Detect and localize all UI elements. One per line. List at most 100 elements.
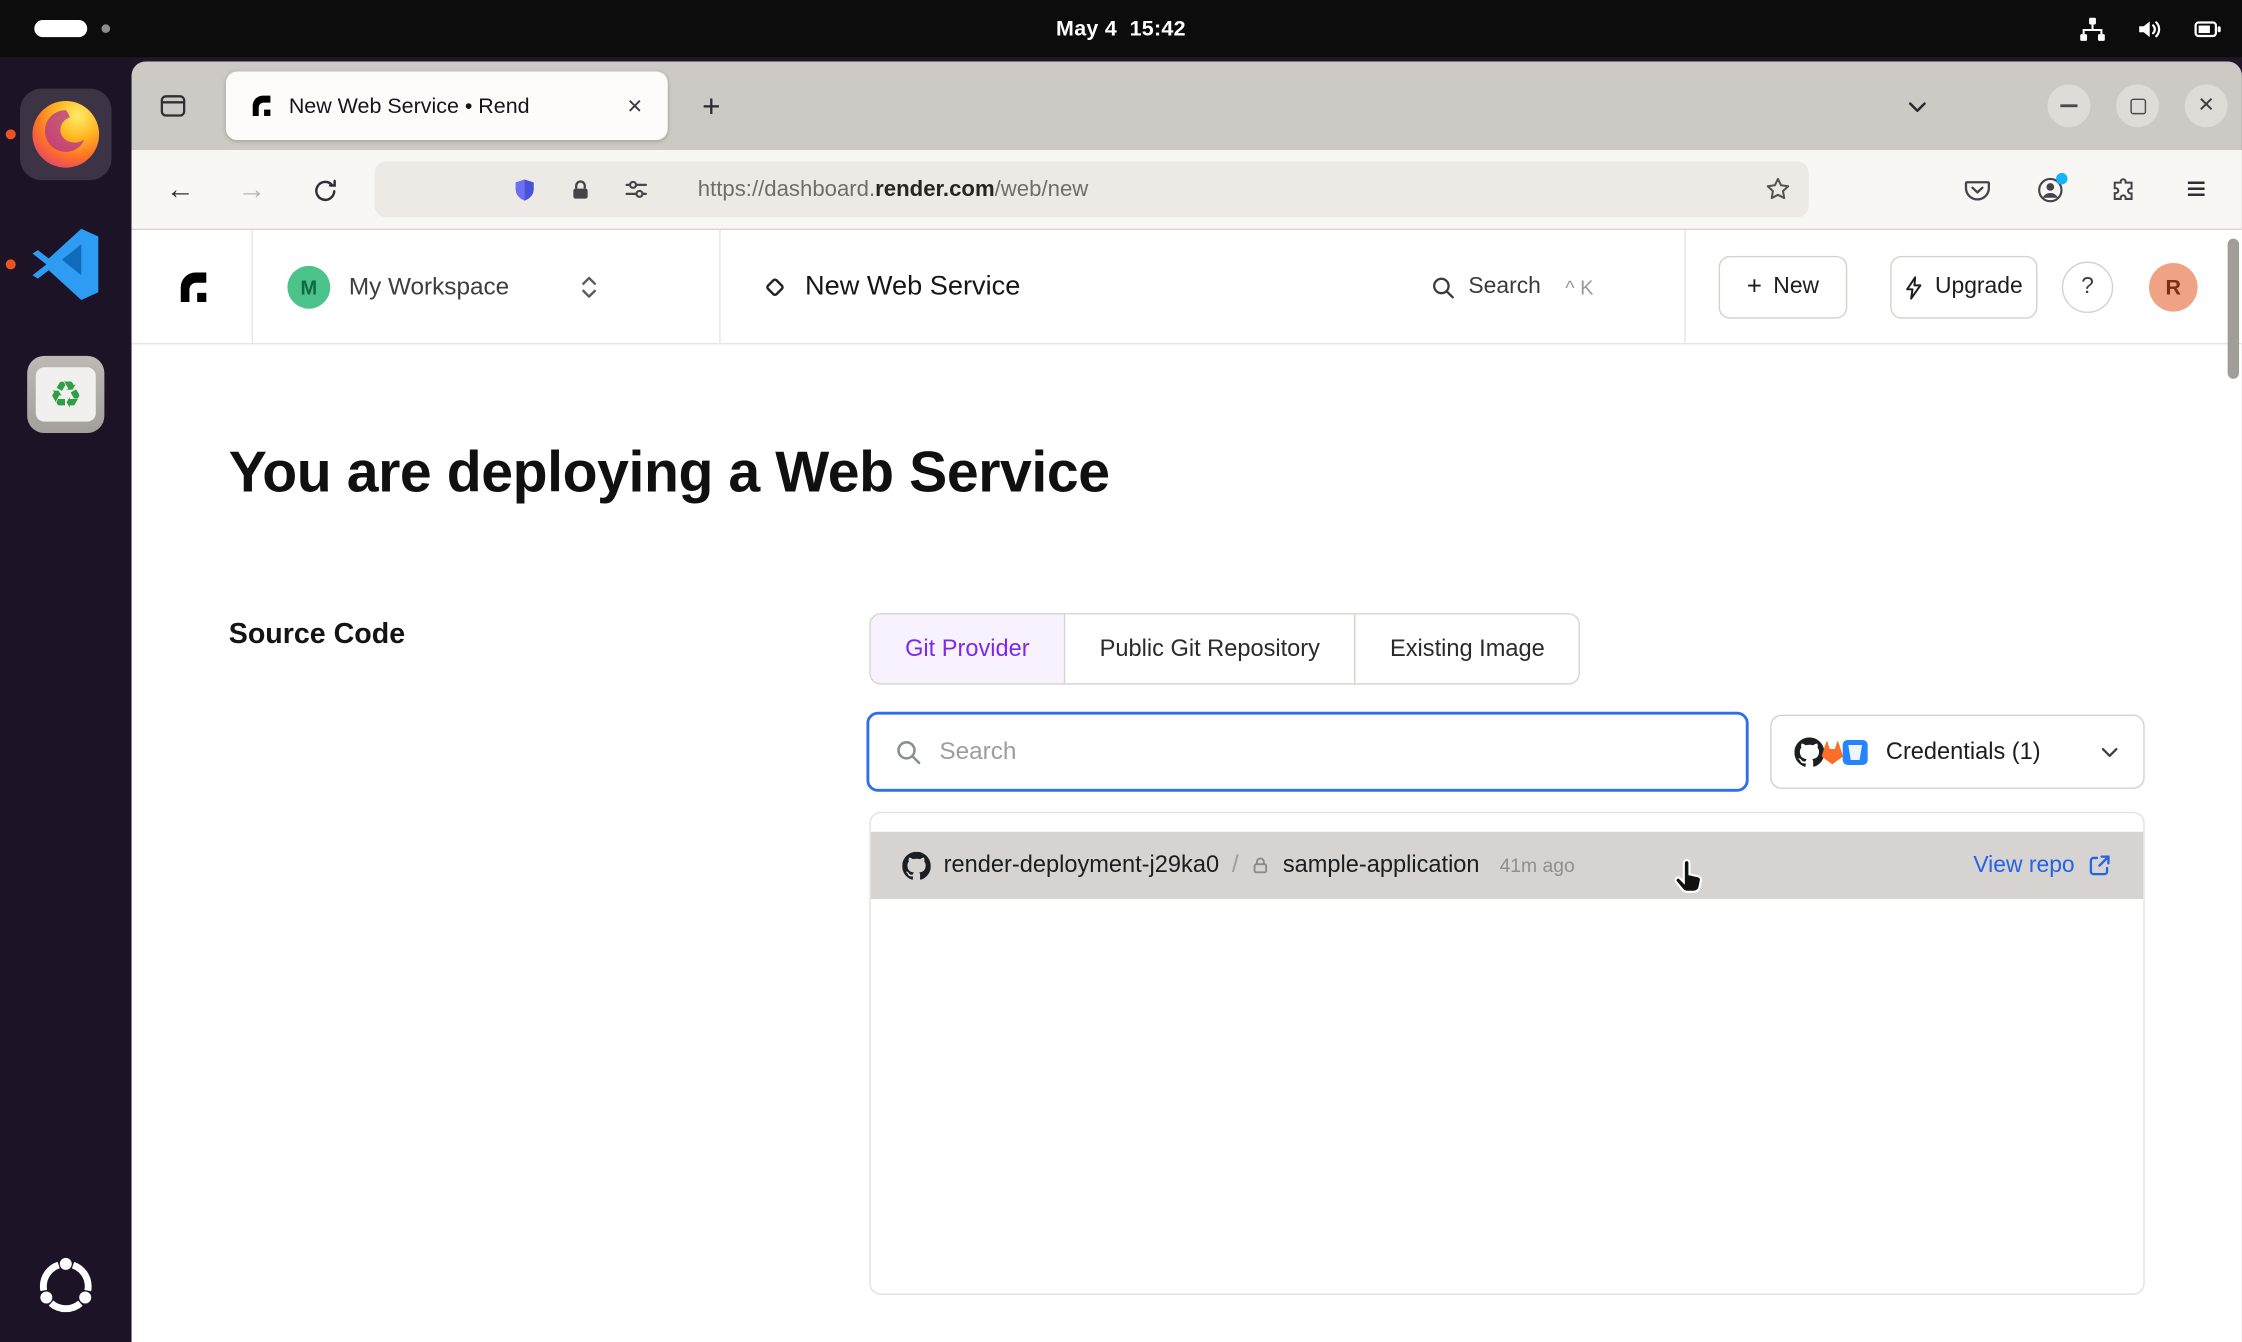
- search-icon: [894, 737, 923, 766]
- repo-separator: /: [1232, 852, 1239, 879]
- page-heading: You are deploying a Web Service: [229, 442, 1110, 506]
- source-code-label: Source Code: [229, 619, 405, 652]
- ubuntu-logo-icon: [33, 1253, 99, 1319]
- dock-active-backplate: [20, 89, 112, 180]
- navigation-toolbar: ← → https://dashboard.render.com/web/new: [132, 150, 2242, 230]
- new-button-label: New: [1773, 274, 1819, 300]
- search-label: Search: [1468, 274, 1540, 300]
- credentials-label: Credentials (1): [1886, 738, 2041, 765]
- workspace-name[interactable]: My Workspace: [349, 230, 509, 344]
- service-diamond-icon: [762, 274, 788, 300]
- user-avatar[interactable]: R: [2149, 263, 2198, 312]
- url-prefix: https://dashboard.: [698, 177, 875, 201]
- list-all-tabs-button[interactable]: [1893, 83, 1940, 130]
- firefox-view-button[interactable]: [150, 83, 196, 129]
- global-search[interactable]: Search ^ K: [1430, 230, 1594, 344]
- volume-icon: [2135, 14, 2165, 44]
- trash-icon: ♻: [27, 356, 104, 433]
- clock[interactable]: May 4 15:42: [0, 0, 2242, 57]
- account-notification-dot: [2056, 173, 2067, 184]
- vscode-icon: [29, 227, 103, 301]
- account-icon[interactable]: [2026, 166, 2075, 215]
- bitbucket-icon: [1840, 737, 1870, 767]
- cursor-pointer-icon: [1670, 856, 1713, 899]
- render-dashboard-page: M My Workspace New Web Service Search ^ …: [132, 230, 2242, 1342]
- window-maximize-button[interactable]: [2116, 84, 2159, 127]
- repo-search-input[interactable]: [939, 715, 1745, 789]
- network-icon: [2077, 14, 2107, 44]
- help-button[interactable]: ?: [2062, 262, 2113, 313]
- screen: May 4 15:42: [0, 0, 2242, 1342]
- workspace-switcher-chevrons-icon[interactable]: [579, 273, 599, 302]
- reload-button[interactable]: [300, 166, 349, 215]
- render-logo[interactable]: [173, 269, 210, 306]
- page-title: New Web Service: [805, 230, 1020, 344]
- provider-icon-stack: [1794, 737, 1870, 767]
- url-domain: render.com: [875, 177, 994, 201]
- tracking-protection-shield-icon[interactable]: [512, 177, 538, 203]
- hamburger-menu-icon[interactable]: ≡: [2172, 166, 2221, 215]
- repo-owner: render-deployment-j29ka0: [944, 852, 1219, 879]
- dock-trash[interactable]: ♻: [20, 349, 112, 440]
- battery-icon: [2192, 14, 2222, 44]
- render-favicon: [247, 93, 273, 119]
- dock-firefox[interactable]: [20, 89, 112, 180]
- page-scrollbar-thumb[interactable]: [2228, 239, 2239, 379]
- bookmark-star-icon[interactable]: [1764, 176, 1791, 203]
- upgrade-button[interactable]: Upgrade: [1890, 256, 2037, 319]
- repo-name: sample-application: [1283, 852, 1480, 879]
- tab-existing-image[interactable]: Existing Image: [1354, 615, 1579, 684]
- extensions-puzzle-icon[interactable]: [2099, 166, 2148, 215]
- dock-ubuntu-logo[interactable]: [33, 1253, 99, 1319]
- header-divider: [252, 230, 253, 343]
- github-icon: [902, 851, 931, 880]
- upgrade-button-label: Upgrade: [1935, 274, 2023, 300]
- vscode-running-dot: [6, 259, 16, 269]
- url-bar[interactable]: https://dashboard.render.com/web/new: [375, 161, 1809, 217]
- permissions-sliders-icon[interactable]: [623, 176, 649, 203]
- system-top-bar: May 4 15:42: [0, 0, 2242, 57]
- tab-strip: New Web Service • Rend × + ×: [132, 61, 2242, 150]
- workspace-avatar[interactable]: M: [287, 266, 330, 309]
- search-icon: [1430, 274, 1456, 300]
- tab-public-git-repository[interactable]: Public Git Repository: [1064, 615, 1354, 684]
- url-path: /web/new: [995, 177, 1089, 201]
- repo-updated: 41m ago: [1500, 855, 1575, 876]
- bolt-icon: [1905, 275, 1924, 299]
- recycle-glyph: ♻: [49, 376, 82, 413]
- maximize-icon: [2130, 98, 2146, 114]
- new-button[interactable]: + New: [1719, 256, 1848, 319]
- source-type-tabs: Git Provider Public Git Repository Exist…: [869, 613, 1580, 684]
- minimize-icon: [2060, 104, 2077, 107]
- browser-tab[interactable]: New Web Service • Rend ×: [226, 71, 668, 140]
- chevron-down-icon: [2099, 741, 2120, 762]
- window-minimize-button[interactable]: [2047, 84, 2090, 127]
- view-repo-label: View repo: [1973, 853, 2074, 879]
- firefox-running-dot: [6, 129, 16, 139]
- header-divider: [1684, 230, 1685, 343]
- tab-title: New Web Service • Rend: [289, 94, 586, 118]
- tab-git-provider[interactable]: Git Provider: [871, 615, 1064, 684]
- repo-search-box: [866, 712, 1748, 792]
- site-header: M My Workspace New Web Service Search ^ …: [132, 230, 2242, 344]
- url-text: https://dashboard.render.com/web/new: [698, 177, 1089, 203]
- external-link-icon: [2088, 853, 2112, 877]
- forward-button[interactable]: →: [227, 166, 276, 215]
- header-divider: [719, 230, 720, 343]
- tab-close-button[interactable]: ×: [616, 87, 653, 124]
- repo-list-panel: render-deployment-j29ka0 / sample-applic…: [869, 812, 2144, 1295]
- credentials-dropdown[interactable]: Credentials (1): [1770, 715, 2145, 789]
- view-repo-link[interactable]: View repo: [1973, 853, 2111, 879]
- lock-icon[interactable]: [568, 178, 594, 201]
- repo-row[interactable]: render-deployment-j29ka0 / sample-applic…: [871, 832, 2144, 899]
- plus-icon: +: [1747, 271, 1762, 301]
- window-close-button[interactable]: ×: [2185, 84, 2228, 127]
- dock-vscode[interactable]: [20, 219, 112, 310]
- back-button[interactable]: ←: [156, 166, 205, 215]
- dock: ♻: [0, 57, 132, 1342]
- pocket-icon[interactable]: [1953, 166, 2002, 215]
- system-tray[interactable]: [2077, 0, 2221, 57]
- private-lock-icon: [1251, 856, 1270, 875]
- new-tab-button[interactable]: +: [688, 83, 735, 130]
- search-shortcut-hint: ^ K: [1565, 276, 1593, 299]
